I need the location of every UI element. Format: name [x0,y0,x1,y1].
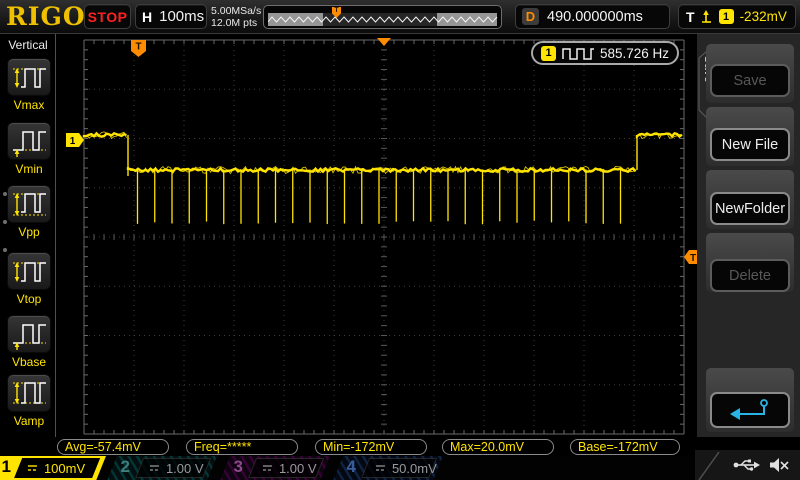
usb-icon [733,459,760,471]
sidebar-item-vamp[interactable]: Vamp [7,374,51,428]
new-folder-button[interactable]: NewFolder [710,192,790,225]
dc-coupling-icon [376,464,386,471]
memory-waveform-preview[interactable]: T [263,5,502,29]
channel1-reference-marker[interactable]: 1 [66,133,84,147]
measurement-min: Min=-172mV [315,439,427,455]
trigger-source-chip: 1 [718,9,734,24]
channel-scale: 1.00 V [166,460,204,476]
back-button[interactable] [710,392,790,428]
new-file-button[interactable]: New File [710,128,790,161]
sidebar-item-label: Vpp [18,225,40,239]
sidebar-item-label: Vbase [11,355,47,369]
channel-4-status[interactable]: 4 50.0mV [333,456,443,480]
channel-status-bar: 1 100mV 2 1.00 V 3 1.00 V 4 50.0mV [0,456,800,480]
frequency-counter-readout: 1 585.726 Hz [531,41,679,65]
sidebar-item-label: Vmin [15,162,43,176]
channel-scale: 100mV [44,460,86,476]
delay-label: D [522,8,539,25]
vtop-icon [13,262,46,282]
sidebar-item-vmin[interactable]: Vmin [7,122,51,176]
svg-text:T: T [690,253,696,264]
sidebar-item-vmax[interactable]: Vmax [7,58,51,112]
freq-counter-channel-chip: 1 [541,45,556,61]
measure-sidebar: Vertical Vmax Vmin Vpp Vtop Vbase Vamp [0,34,56,456]
dc-coupling-icon [150,464,160,471]
measurement-avg: Avg=-57.4mV [57,439,169,455]
channel-number: 4 [346,457,357,476]
vmax-icon [13,68,46,88]
measurement-results-bar: Avg=-57.4mV Freq=***** Min=-172mV Max=20… [0,437,800,456]
horizontal-timebase-box: H 100ms [135,4,207,29]
menu-scroll-dot [3,248,7,252]
sidebar-title: Vertical [8,38,48,52]
channel-3-status[interactable]: 3 1.00 V [220,456,330,480]
sidebar-item-label: Vamp [13,414,45,428]
system-status-icons [695,450,800,480]
svg-text:1: 1 [70,136,76,147]
trigger-position-flag[interactable]: T [131,40,146,57]
run-state-label: STOP [87,8,128,25]
freq-counter-value: 585.726 Hz [599,45,669,61]
waveform-display: T 1 T [66,38,697,435]
acquisition-info: 5.00MSa/s 12.0M pts [211,5,261,29]
graticule-grid [83,39,685,435]
rising-edge-icon [701,9,711,23]
sidebar-item-label: Vmax [13,98,45,112]
vamp-icon [13,382,46,404]
vbase-icon [13,324,46,350]
sidebar-item-label: Vtop [16,292,42,306]
channel-1-status[interactable]: 1 100mV [0,456,107,480]
dc-coupling-icon [263,464,273,471]
save-button[interactable]: Save [710,64,790,97]
vpp-icon [13,193,46,216]
channel-number: 1 [1,457,12,476]
sidebar-item-vpp[interactable]: Vpp [7,185,51,239]
status-separator [698,451,720,480]
softkey-menu: Save Save New File NewFolder Delete [697,34,800,450]
channel-number: 2 [120,457,131,476]
sample-rate: 5.00MSa/s [211,5,262,17]
run-state-indicator: STOP [84,4,131,29]
trigger-level-value: -232mV [739,9,787,24]
timebase-value: 100ms [159,8,205,25]
sidebar-item-vbase[interactable]: Vbase [7,315,51,369]
channel-scale: 50.0mV [392,460,437,476]
menu-scroll-dot [3,192,7,196]
trigger-level-marker[interactable]: T [684,250,697,264]
return-arrow-icon [730,399,768,420]
preview-zigzag-waveform [268,16,498,23]
measurement-base: Base=-172mV [570,439,680,455]
measurement-max: Max=20.0mV [442,439,554,455]
square-wave-icon [562,47,594,60]
speaker-muted-icon[interactable] [768,456,790,474]
trigger-delay-box: D 490.000000ms [515,4,670,29]
measurement-freq: Freq=***** [186,439,298,455]
dc-coupling-icon [28,464,38,471]
top-status-bar: RIGOL STOP H 100ms 5.00MSa/s 12.0M pts T… [0,0,800,34]
horizontal-label: H [142,8,153,25]
channel-2-status[interactable]: 2 1.00 V [107,456,217,480]
channel-number: 3 [233,457,244,476]
menu-scroll-dot [3,220,7,224]
svg-text:T: T [135,42,141,53]
trigger-label: T [686,8,695,25]
delete-button[interactable]: Delete [710,259,790,292]
channel-scale: 1.00 V [279,460,317,476]
vmin-icon [13,131,46,157]
sidebar-item-vtop[interactable]: Vtop [7,252,51,306]
memory-depth: 12.0M pts [211,17,258,29]
trigger-status-box: T 1 -232mV [678,4,796,29]
delay-value: 490.000000ms [547,8,643,25]
delay-center-indicator-icon [377,38,391,46]
